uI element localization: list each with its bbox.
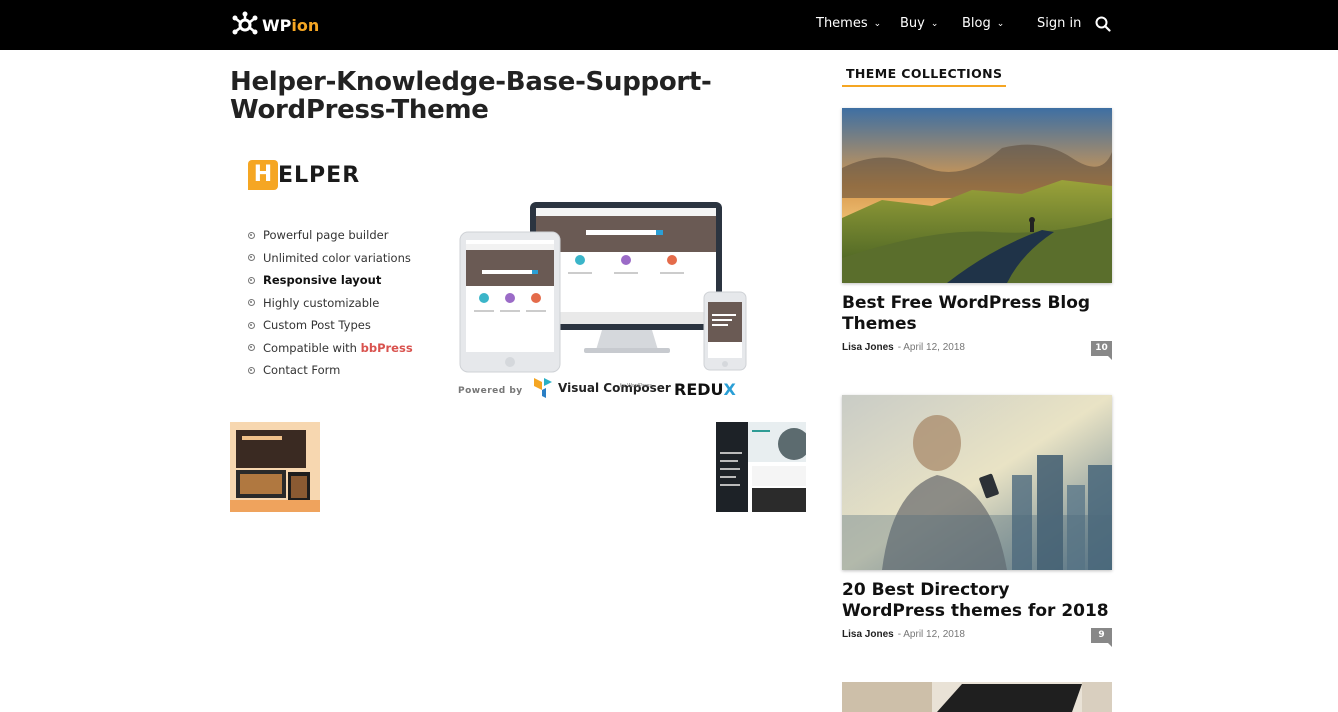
nav-item-label: Blog bbox=[962, 16, 991, 31]
post-date: - April 12, 2018 bbox=[897, 629, 965, 640]
feature-item: Compatible with bbPress bbox=[248, 337, 413, 360]
chevron-down-icon: ⌄ bbox=[873, 18, 882, 29]
post-title-link[interactable]: Best Free WordPress Blog Themes bbox=[842, 293, 1112, 335]
featured-image: H ELPER Powerful page builder Unlimited … bbox=[230, 142, 806, 410]
site-logo[interactable]: WPion bbox=[231, 10, 319, 40]
bullet-icon bbox=[248, 299, 255, 307]
feature-text: Custom Post Types bbox=[263, 318, 371, 333]
post-title-link[interactable]: 20 Best Directory WordPress themes for 2… bbox=[842, 580, 1112, 622]
desk-laptop-image bbox=[842, 682, 1112, 712]
redux-logo: REDUX bbox=[674, 380, 736, 399]
feature-item: Powerful page builder bbox=[248, 224, 413, 247]
logo-molecule-icon bbox=[232, 11, 258, 35]
nav-item-themes[interactable]: Themes ⌄ bbox=[816, 16, 881, 31]
post-thumbnail[interactable] bbox=[842, 682, 1112, 712]
post-meta: Lisa Jones - April 12, 2018 bbox=[842, 342, 965, 353]
nav-item-label: Sign in bbox=[1037, 16, 1082, 31]
powered-by-label: Powered by bbox=[458, 386, 523, 396]
helper-logo-text: ELPER bbox=[278, 162, 361, 188]
sign-in-link[interactable]: Sign in bbox=[1037, 16, 1081, 31]
theme-preview-image bbox=[230, 422, 320, 512]
redux-logo-main: REDU bbox=[674, 380, 724, 399]
top-navigation-bar: WPion Themes ⌄ Buy ⌄ Blog ⌄ Sign in bbox=[0, 0, 1338, 50]
redux-logo-x: X bbox=[723, 380, 736, 399]
widget-title: THEME COLLECTIONS bbox=[842, 66, 1007, 87]
nav-item-blog[interactable]: Blog ⌄ bbox=[962, 16, 1004, 31]
landscape-road-image bbox=[842, 108, 1112, 283]
helper-logo-badge: H bbox=[248, 160, 278, 190]
bullet-icon bbox=[248, 231, 255, 239]
device-mockups-illustration bbox=[459, 202, 747, 373]
bullet-icon bbox=[248, 344, 255, 352]
post-thumbnail[interactable] bbox=[842, 395, 1112, 570]
post-date: - April 12, 2018 bbox=[897, 342, 965, 353]
bullet-icon bbox=[248, 276, 255, 284]
feature-text: Contact Form bbox=[263, 363, 341, 378]
feature-item: Custom Post Types bbox=[248, 314, 413, 337]
visual-composer-subtext: for WordPress bbox=[620, 383, 652, 389]
chevron-down-icon: ⌄ bbox=[930, 18, 939, 29]
nav-item-label: Themes bbox=[816, 16, 868, 31]
page-title: Helper-Knowledge-Base-Support-WordPress-… bbox=[230, 67, 712, 125]
post-author-link[interactable]: Lisa Jones bbox=[842, 629, 894, 640]
logo-text: WPion bbox=[262, 16, 319, 35]
next-post-thumbnail[interactable] bbox=[716, 422, 806, 512]
feature-item: Contact Form bbox=[248, 359, 413, 382]
visual-composer-icon bbox=[534, 378, 552, 398]
feature-text: Highly customizable bbox=[263, 295, 380, 310]
bullet-icon bbox=[248, 254, 255, 262]
feature-item: Highly customizable bbox=[248, 292, 413, 315]
previous-post-thumbnail[interactable] bbox=[230, 422, 320, 512]
visual-composer-text: Visual Composer bbox=[558, 381, 671, 395]
comment-count-badge[interactable]: 9 bbox=[1091, 628, 1112, 647]
post-author-link[interactable]: Lisa Jones bbox=[842, 342, 894, 353]
theme-preview-image bbox=[716, 422, 806, 512]
feature-list: Powerful page builder Unlimited color va… bbox=[248, 224, 413, 382]
logo-text-ion: ion bbox=[291, 15, 320, 35]
feature-item: Unlimited color variations bbox=[248, 247, 413, 270]
feature-item: Responsive layout bbox=[248, 269, 413, 292]
helper-logo: H ELPER bbox=[248, 160, 360, 190]
post-thumbnail[interactable] bbox=[842, 108, 1112, 283]
nav-item-label: Buy bbox=[900, 16, 925, 31]
feature-text: Compatible with bbox=[263, 340, 357, 355]
feature-text: Unlimited color variations bbox=[263, 250, 411, 265]
logo-text-wp: WP bbox=[262, 15, 292, 35]
bullet-icon bbox=[248, 321, 255, 329]
feature-text: Powerful page builder bbox=[263, 228, 389, 243]
feature-text: Responsive layout bbox=[263, 273, 382, 288]
chevron-down-icon: ⌄ bbox=[996, 18, 1005, 29]
post-meta: Lisa Jones - April 12, 2018 bbox=[842, 629, 965, 640]
nav-item-buy[interactable]: Buy ⌄ bbox=[900, 16, 938, 31]
bullet-icon bbox=[248, 366, 255, 374]
bbpress-highlight: bbPress bbox=[360, 340, 413, 355]
comment-count-badge[interactable]: 10 bbox=[1091, 341, 1112, 360]
search-icon[interactable] bbox=[1095, 16, 1111, 37]
city-man-image bbox=[842, 395, 1112, 570]
